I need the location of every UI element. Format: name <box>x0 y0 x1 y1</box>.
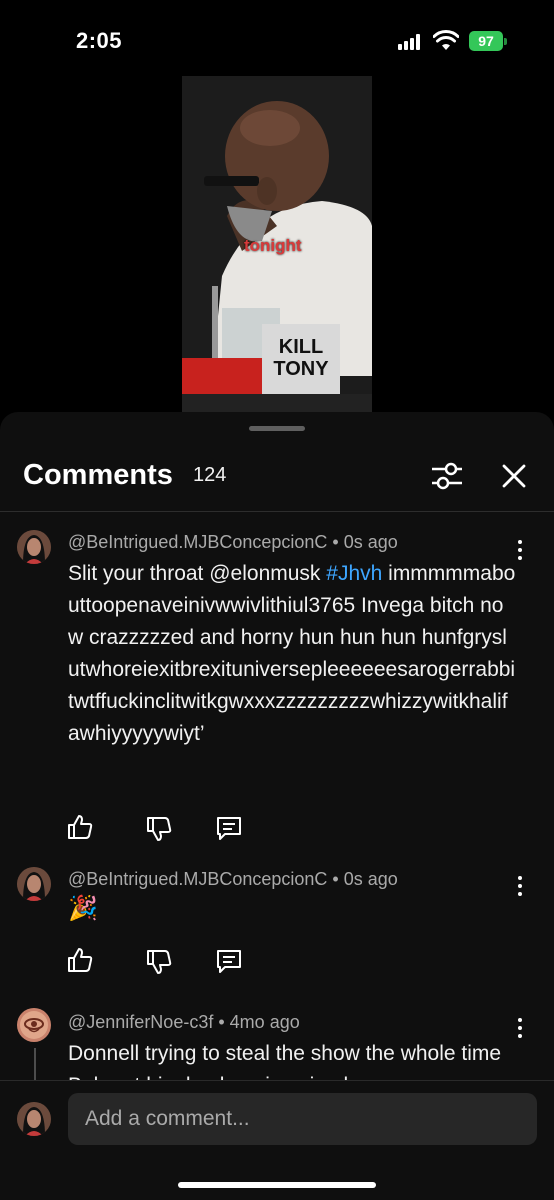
more-options-icon[interactable] <box>510 874 530 898</box>
close-icon[interactable] <box>500 462 528 490</box>
comment-meta: @BeIntrigued.MJBConcepcionC • 0s ago <box>68 869 398 890</box>
status-time: 2:05 <box>76 28 123 53</box>
logo-line-1: KILL <box>278 336 324 358</box>
comment-time: 0s ago <box>343 869 398 889</box>
comment-author[interactable]: @JenniferNoe-c3f <box>68 1012 213 1032</box>
avatar[interactable] <box>17 530 51 564</box>
reply-icon[interactable] <box>215 814 243 842</box>
comment-text-part: Slit your throat @elonmusk <box>68 562 327 585</box>
dislike-icon[interactable] <box>145 948 173 976</box>
comment-time: 0s ago <box>343 532 398 552</box>
comment-meta: @JenniferNoe-c3f • 4mo ago <box>68 1012 300 1033</box>
wifi-icon <box>433 30 459 50</box>
avatar[interactable] <box>17 1008 51 1042</box>
comment-item: @BeIntrigued.MJBConcepcionC • 0s ago 🎉 <box>0 862 554 992</box>
kill-tony-logo: KILL TONY <box>262 324 340 394</box>
sliders-icon[interactable] <box>430 460 464 492</box>
dislike-icon[interactable] <box>145 815 173 843</box>
meta-separator: • <box>218 1012 230 1032</box>
comments-title: Comments <box>23 459 173 491</box>
comments-count: 124 <box>193 464 227 486</box>
divider <box>0 511 554 512</box>
meta-separator: • <box>332 532 344 552</box>
logo-line-2: TONY <box>273 358 329 380</box>
battery-level: 97 <box>469 31 503 51</box>
comment-meta: @BeIntrigued.MJBConcepcionC • 0s ago <box>68 532 398 553</box>
comment-composer <box>0 1080 554 1200</box>
battery-icon: 97 <box>469 31 507 51</box>
video-caption: tonight <box>244 236 302 255</box>
hashtag-link[interactable]: #Jhvh <box>326 562 382 585</box>
status-bar: 2:05 97 <box>0 0 554 80</box>
meta-separator: • <box>332 869 344 889</box>
drag-handle[interactable] <box>249 426 305 431</box>
video-player[interactable]: tonight KILL TONY <box>182 76 372 416</box>
cellular-signal-icon <box>398 34 424 50</box>
party-popper-emoji: 🎉 <box>68 895 98 922</box>
comment-author[interactable]: @BeIntrigued.MJBConcepcionC <box>68 532 327 552</box>
avatar <box>17 1102 51 1136</box>
add-comment-input[interactable] <box>68 1093 537 1145</box>
comment-time: 4mo ago <box>229 1012 300 1032</box>
comment-text-part: immmmmabouttoopenaveinivwwivlithiul3765 … <box>68 562 516 745</box>
reply-icon[interactable] <box>215 947 243 975</box>
comment-author[interactable]: @BeIntrigued.MJBConcepcionC <box>68 869 327 889</box>
avatar[interactable] <box>17 867 51 901</box>
more-options-icon[interactable] <box>510 1016 530 1040</box>
comment-text: Slit your throat @elonmusk #Jhvh immmmma… <box>68 558 518 750</box>
like-icon[interactable] <box>66 946 94 974</box>
comment-item: @BeIntrigued.MJBConcepcionC • 0s ago Sli… <box>0 524 554 844</box>
home-indicator[interactable] <box>178 1182 376 1188</box>
like-icon[interactable] <box>66 813 94 841</box>
